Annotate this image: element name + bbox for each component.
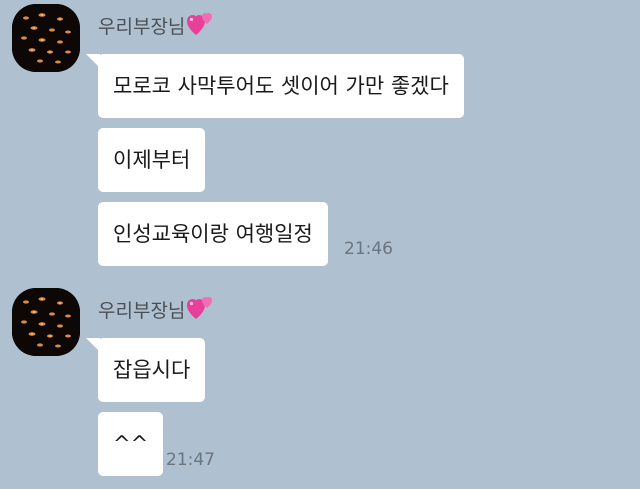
- two-hearts-icon: [186, 295, 216, 321]
- message-bubble[interactable]: 인성교육이랑 여행일정: [98, 202, 328, 266]
- two-hearts-icon: [186, 11, 216, 37]
- profile-photo: [12, 4, 80, 72]
- sender-name-text: 우리부장님: [98, 300, 186, 322]
- message-bubble[interactable]: 모로코 사막투어도 셋이어 가만 좋겠다: [86, 54, 464, 118]
- sender-avatar[interactable]: [12, 4, 80, 72]
- message-bubble[interactable]: ^^: [98, 412, 164, 476]
- message-text: 모로코 사막투어도 셋이어 가만 좋겠다: [113, 74, 449, 98]
- message-text: ^^: [113, 432, 149, 456]
- message-bubble[interactable]: 이제부터: [98, 128, 206, 192]
- sender-name-text: 우리부장님: [98, 16, 186, 38]
- message-timestamp: 21:47: [166, 450, 215, 470]
- message-text: 인성교육이랑 여행일정: [113, 222, 313, 246]
- message-text: 이제부터: [113, 148, 191, 172]
- message-timestamp: 21:46: [344, 239, 393, 259]
- sender-name: 우리부장님: [98, 295, 216, 323]
- profile-photo: [12, 288, 80, 356]
- sender-name: 우리부장님: [98, 11, 216, 39]
- message-text: 잡읍시다: [113, 358, 191, 382]
- sender-avatar[interactable]: [12, 288, 80, 356]
- message-bubble[interactable]: 잡읍시다: [85, 338, 206, 402]
